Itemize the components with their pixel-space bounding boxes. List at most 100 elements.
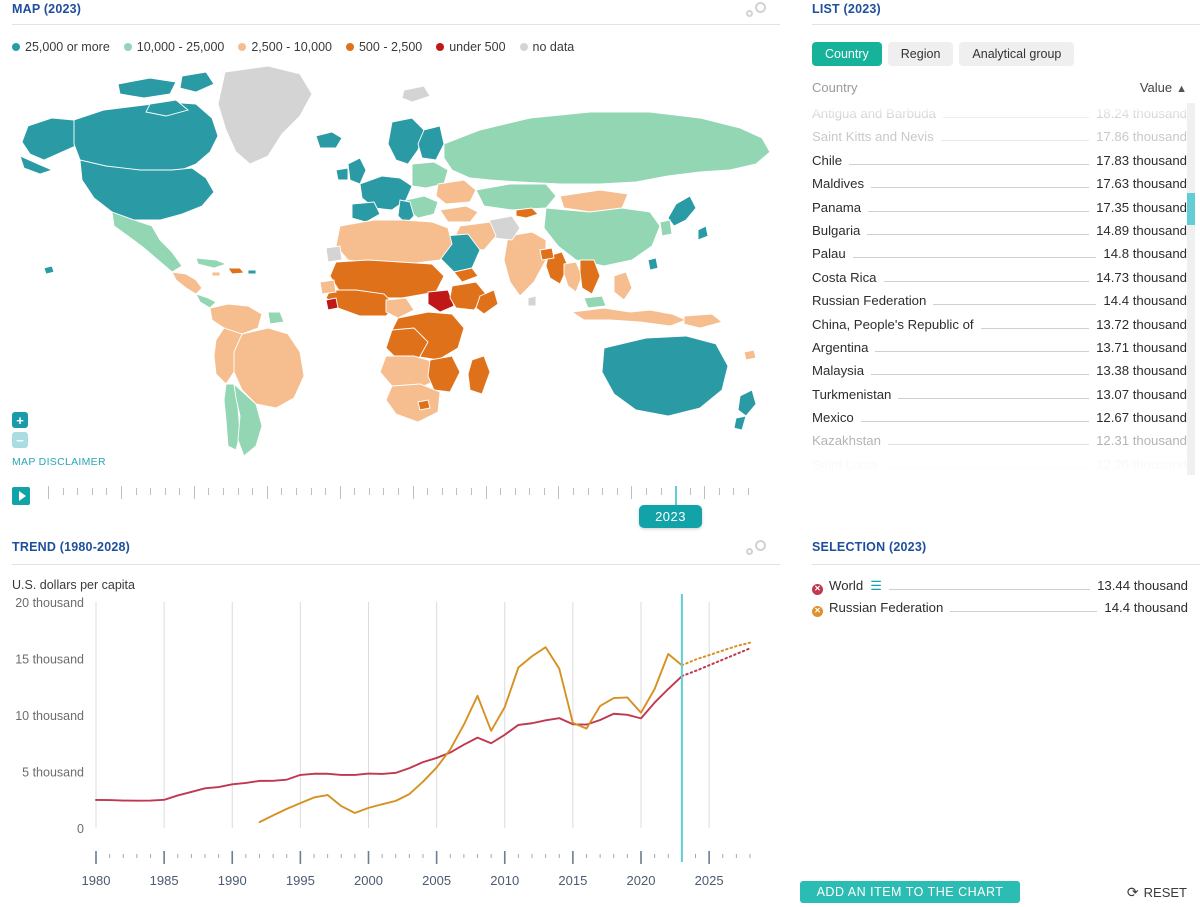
legend-item-2[interactable]: 2,500 - 10,000	[238, 40, 332, 54]
list-item-leader	[849, 164, 1089, 165]
remove-x-icon[interactable]: ✕	[812, 606, 823, 617]
timeline-tick[interactable]	[529, 488, 530, 495]
timeline-tick[interactable]	[354, 488, 355, 495]
timeline-tick[interactable]	[150, 488, 151, 495]
timeline-tick[interactable]	[690, 488, 691, 495]
timeline-tick[interactable]	[617, 488, 618, 495]
timeline-tick[interactable]	[558, 486, 559, 499]
timeline-tick[interactable]	[398, 488, 399, 495]
remove-x-icon[interactable]: ✕	[812, 584, 823, 595]
timeline-tick[interactable]	[515, 488, 516, 495]
reset-button[interactable]: ⟳ RESET	[1127, 881, 1187, 903]
map-settings-gear-icon[interactable]	[738, 2, 768, 24]
list-item[interactable]: Saint Lucia12.26 thousand	[812, 457, 1187, 474]
list-item[interactable]: Antigua and Barbuda18.24 thousand	[812, 106, 1187, 129]
legend-item-5[interactable]: no data	[520, 40, 575, 54]
list-item[interactable]: Panama17.35 thousand	[812, 200, 1187, 223]
chart-series-line[interactable]	[260, 647, 682, 822]
timeline-tick[interactable]	[602, 488, 603, 495]
tab-analytical-group[interactable]: Analytical group	[959, 42, 1074, 66]
timeline-tick[interactable]	[165, 488, 166, 495]
list-item[interactable]: China, People's Republic of13.72 thousan…	[812, 317, 1187, 340]
timeline-tick[interactable]	[340, 486, 341, 499]
timeline-tick[interactable]	[106, 488, 107, 495]
timeline-tick[interactable]	[500, 488, 501, 495]
list-item[interactable]: Palau14.8 thousand	[812, 246, 1187, 269]
timeline-tick[interactable]	[383, 488, 384, 495]
timeline-tick[interactable]	[471, 488, 472, 495]
timeline-tick[interactable]	[646, 488, 647, 495]
timeline-tick[interactable]	[748, 488, 749, 495]
timeline-tick[interactable]	[238, 488, 239, 495]
timeline-tick[interactable]	[631, 486, 632, 499]
timeline-tick[interactable]	[544, 488, 545, 495]
list-item[interactable]: Argentina13.71 thousand	[812, 340, 1187, 363]
timeline-tick[interactable]	[92, 488, 93, 495]
timeline-tick[interactable]	[325, 488, 326, 495]
legend-item-1[interactable]: 10,000 - 25,000	[124, 40, 225, 54]
timeline-tick[interactable]	[252, 488, 253, 495]
timeline-tick[interactable]	[223, 488, 224, 495]
timeline-tick[interactable]	[281, 488, 282, 495]
map-zoom-in-button[interactable]: +	[12, 412, 28, 428]
map-zoom-out-button[interactable]: −	[12, 432, 28, 448]
timeline-play-button[interactable]	[12, 487, 30, 505]
timeline-tick[interactable]	[311, 488, 312, 495]
timeline-tick[interactable]	[486, 486, 487, 499]
timeline-tick[interactable]	[427, 488, 428, 495]
list-item[interactable]: Turkmenistan13.07 thousand	[812, 387, 1187, 410]
chart-series-line[interactable]	[96, 676, 682, 801]
list-rows[interactable]: Antigua and Barbuda18.24 thousandSaint K…	[812, 106, 1187, 474]
legend-item-0[interactable]: 25,000 or more	[12, 40, 110, 54]
trend-panel: TREND (1980-2028) U.S. dollars per capit…	[0, 534, 780, 907]
map-disclaimer-link[interactable]: MAP DISCLAIMER	[12, 456, 106, 468]
timeline-tick[interactable]	[296, 488, 297, 495]
list-item[interactable]: Russian Federation14.4 thousand	[812, 293, 1187, 316]
column-header-country[interactable]: Country	[812, 80, 858, 95]
list-item[interactable]: Mexico12.67 thousand	[812, 410, 1187, 433]
list-item[interactable]: Chile17.83 thousand	[812, 153, 1187, 176]
tab-country[interactable]: Country	[812, 42, 882, 66]
list-item[interactable]: Saint Kitts and Nevis17.86 thousand	[812, 129, 1187, 152]
timeline-tick[interactable]	[456, 488, 457, 495]
timeline-tick[interactable]	[267, 486, 268, 499]
timeline-tick[interactable]	[194, 486, 195, 499]
world-choropleth-map[interactable]	[0, 60, 780, 460]
timeline-tick[interactable]	[704, 486, 705, 499]
list-item[interactable]: Bulgaria14.89 thousand	[812, 223, 1187, 246]
list-scrollbar-track[interactable]	[1187, 103, 1195, 475]
tab-region[interactable]: Region	[888, 42, 954, 66]
timeline-tick[interactable]	[719, 488, 720, 495]
timeline-tick[interactable]	[588, 488, 589, 495]
list-column-headers: Country Value▲	[812, 80, 1187, 95]
trend-line-chart[interactable]: 05 thousand10 thousand15 thousand20 thou…	[0, 594, 780, 904]
timeline-tick[interactable]	[413, 486, 414, 499]
timeline-tick[interactable]	[369, 488, 370, 495]
list-item[interactable]: Costa Rica14.73 thousand	[812, 270, 1187, 293]
timeline-tick[interactable]	[121, 486, 122, 499]
chart-series-forecast-line[interactable]	[682, 648, 750, 676]
list-item[interactable]: Malaysia13.38 thousand	[812, 363, 1187, 386]
list-item[interactable]: Maldives17.63 thousand	[812, 176, 1187, 199]
list-scrollbar-thumb[interactable]	[1187, 193, 1195, 225]
timeline-tick[interactable]	[77, 488, 78, 495]
trend-settings-gear-icon[interactable]	[738, 540, 768, 562]
timeline-selected-year-badge[interactable]: 2023	[639, 505, 702, 528]
legend-item-4[interactable]: under 500	[436, 40, 505, 54]
timeline-tick[interactable]	[573, 488, 574, 495]
timeline-tick[interactable]	[136, 488, 137, 495]
list-panel: LIST (2023) Country Region Analytical gr…	[800, 0, 1200, 480]
legend-item-3[interactable]: 500 - 2,500	[346, 40, 422, 54]
hamburger-icon[interactable]: ☰	[870, 579, 882, 592]
timeline-tick[interactable]	[661, 488, 662, 495]
timeline-tick[interactable]	[48, 486, 49, 499]
add-item-to-chart-button[interactable]: ADD AN ITEM TO THE CHART	[800, 881, 1020, 903]
list-item[interactable]: Kazakhstan12.31 thousand	[812, 433, 1187, 456]
timeline-tick[interactable]	[442, 488, 443, 495]
timeline-tick[interactable]	[63, 488, 64, 495]
country-australia	[602, 336, 728, 416]
timeline-tick[interactable]	[208, 488, 209, 495]
column-header-value[interactable]: Value▲	[1140, 80, 1187, 95]
timeline-tick[interactable]	[179, 488, 180, 495]
timeline-tick[interactable]	[733, 488, 734, 495]
